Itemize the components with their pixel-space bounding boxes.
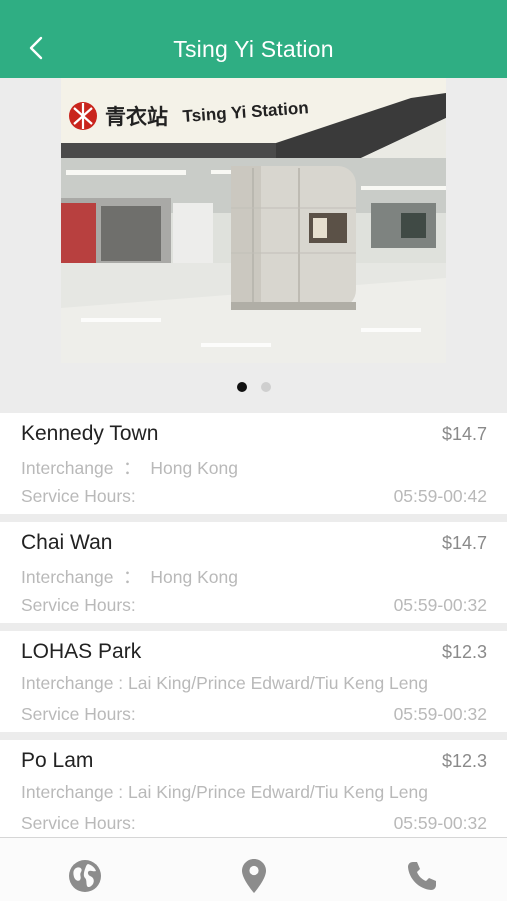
- page-dot[interactable]: [260, 382, 271, 392]
- fare-price: $14.7: [441, 424, 487, 444]
- interchange-info: Interchange : Lai King/Prince Edward/Tiu…: [21, 782, 428, 802]
- tab-phone[interactable]: [402, 856, 442, 896]
- destination-name: Po Lam: [21, 749, 94, 772]
- destination-name: Chai Wan: [21, 531, 113, 554]
- service-hours-label: Service Hours:: [21, 813, 136, 833]
- navigation-bar: Tsing Yi Station: [0, 0, 507, 78]
- interchange-info: Interchange ： Hong Kong: [21, 567, 238, 587]
- service-hours-label: Service Hours:: [21, 486, 136, 506]
- tab-globe[interactable]: [65, 856, 105, 896]
- globe-icon: [69, 860, 101, 892]
- photo-carousel[interactable]: 青衣站 Tsing Yi Station: [0, 78, 507, 413]
- service-hours-label: Service Hours:: [21, 704, 136, 724]
- service-hours-label: Service Hours:: [21, 595, 136, 615]
- destination-name: LOHAS Park: [21, 640, 142, 663]
- interchange-info: Interchange ： Hong Kong: [21, 458, 238, 478]
- fare-price: $14.7: [441, 533, 487, 553]
- station-photo: 青衣站 Tsing Yi Station: [61, 78, 446, 363]
- fare-price: $12.3: [441, 642, 487, 662]
- list-item[interactable]: LOHAS Park $12.3 Interchange : Lai King/…: [0, 631, 507, 732]
- interchange-info: Interchange : Lai King/Prince Edward/Tiu…: [21, 673, 428, 693]
- fare-price: $12.3: [441, 751, 487, 771]
- map-pin-icon: [242, 859, 266, 893]
- list-item[interactable]: Chai Wan $14.7 Interchange ： Hong Kong S…: [0, 522, 507, 623]
- service-hours-value: 05:59-00:42: [393, 486, 487, 506]
- tab-bar: [0, 837, 507, 901]
- list-item[interactable]: Kennedy Town $14.7 Interchange ： Hong Ko…: [0, 413, 507, 514]
- service-hours-value: 05:59-00:32: [393, 595, 487, 615]
- page-dot-active[interactable]: [236, 382, 247, 392]
- list-item[interactable]: Po Lam $12.3 Interchange : Lai King/Prin…: [0, 740, 507, 837]
- page-title: Tsing Yi Station: [173, 36, 334, 62]
- service-hours-value: 05:59-00:32: [393, 704, 487, 724]
- tab-location[interactable]: [234, 856, 274, 896]
- page-indicator[interactable]: [0, 382, 507, 392]
- destination-name: Kennedy Town: [21, 422, 159, 445]
- phone-icon: [408, 862, 436, 890]
- destination-list: Kennedy Town $14.7 Interchange ： Hong Ko…: [0, 413, 507, 837]
- station-sign-chinese: 青衣站: [105, 105, 168, 129]
- service-hours-value: 05:59-00:32: [393, 813, 487, 833]
